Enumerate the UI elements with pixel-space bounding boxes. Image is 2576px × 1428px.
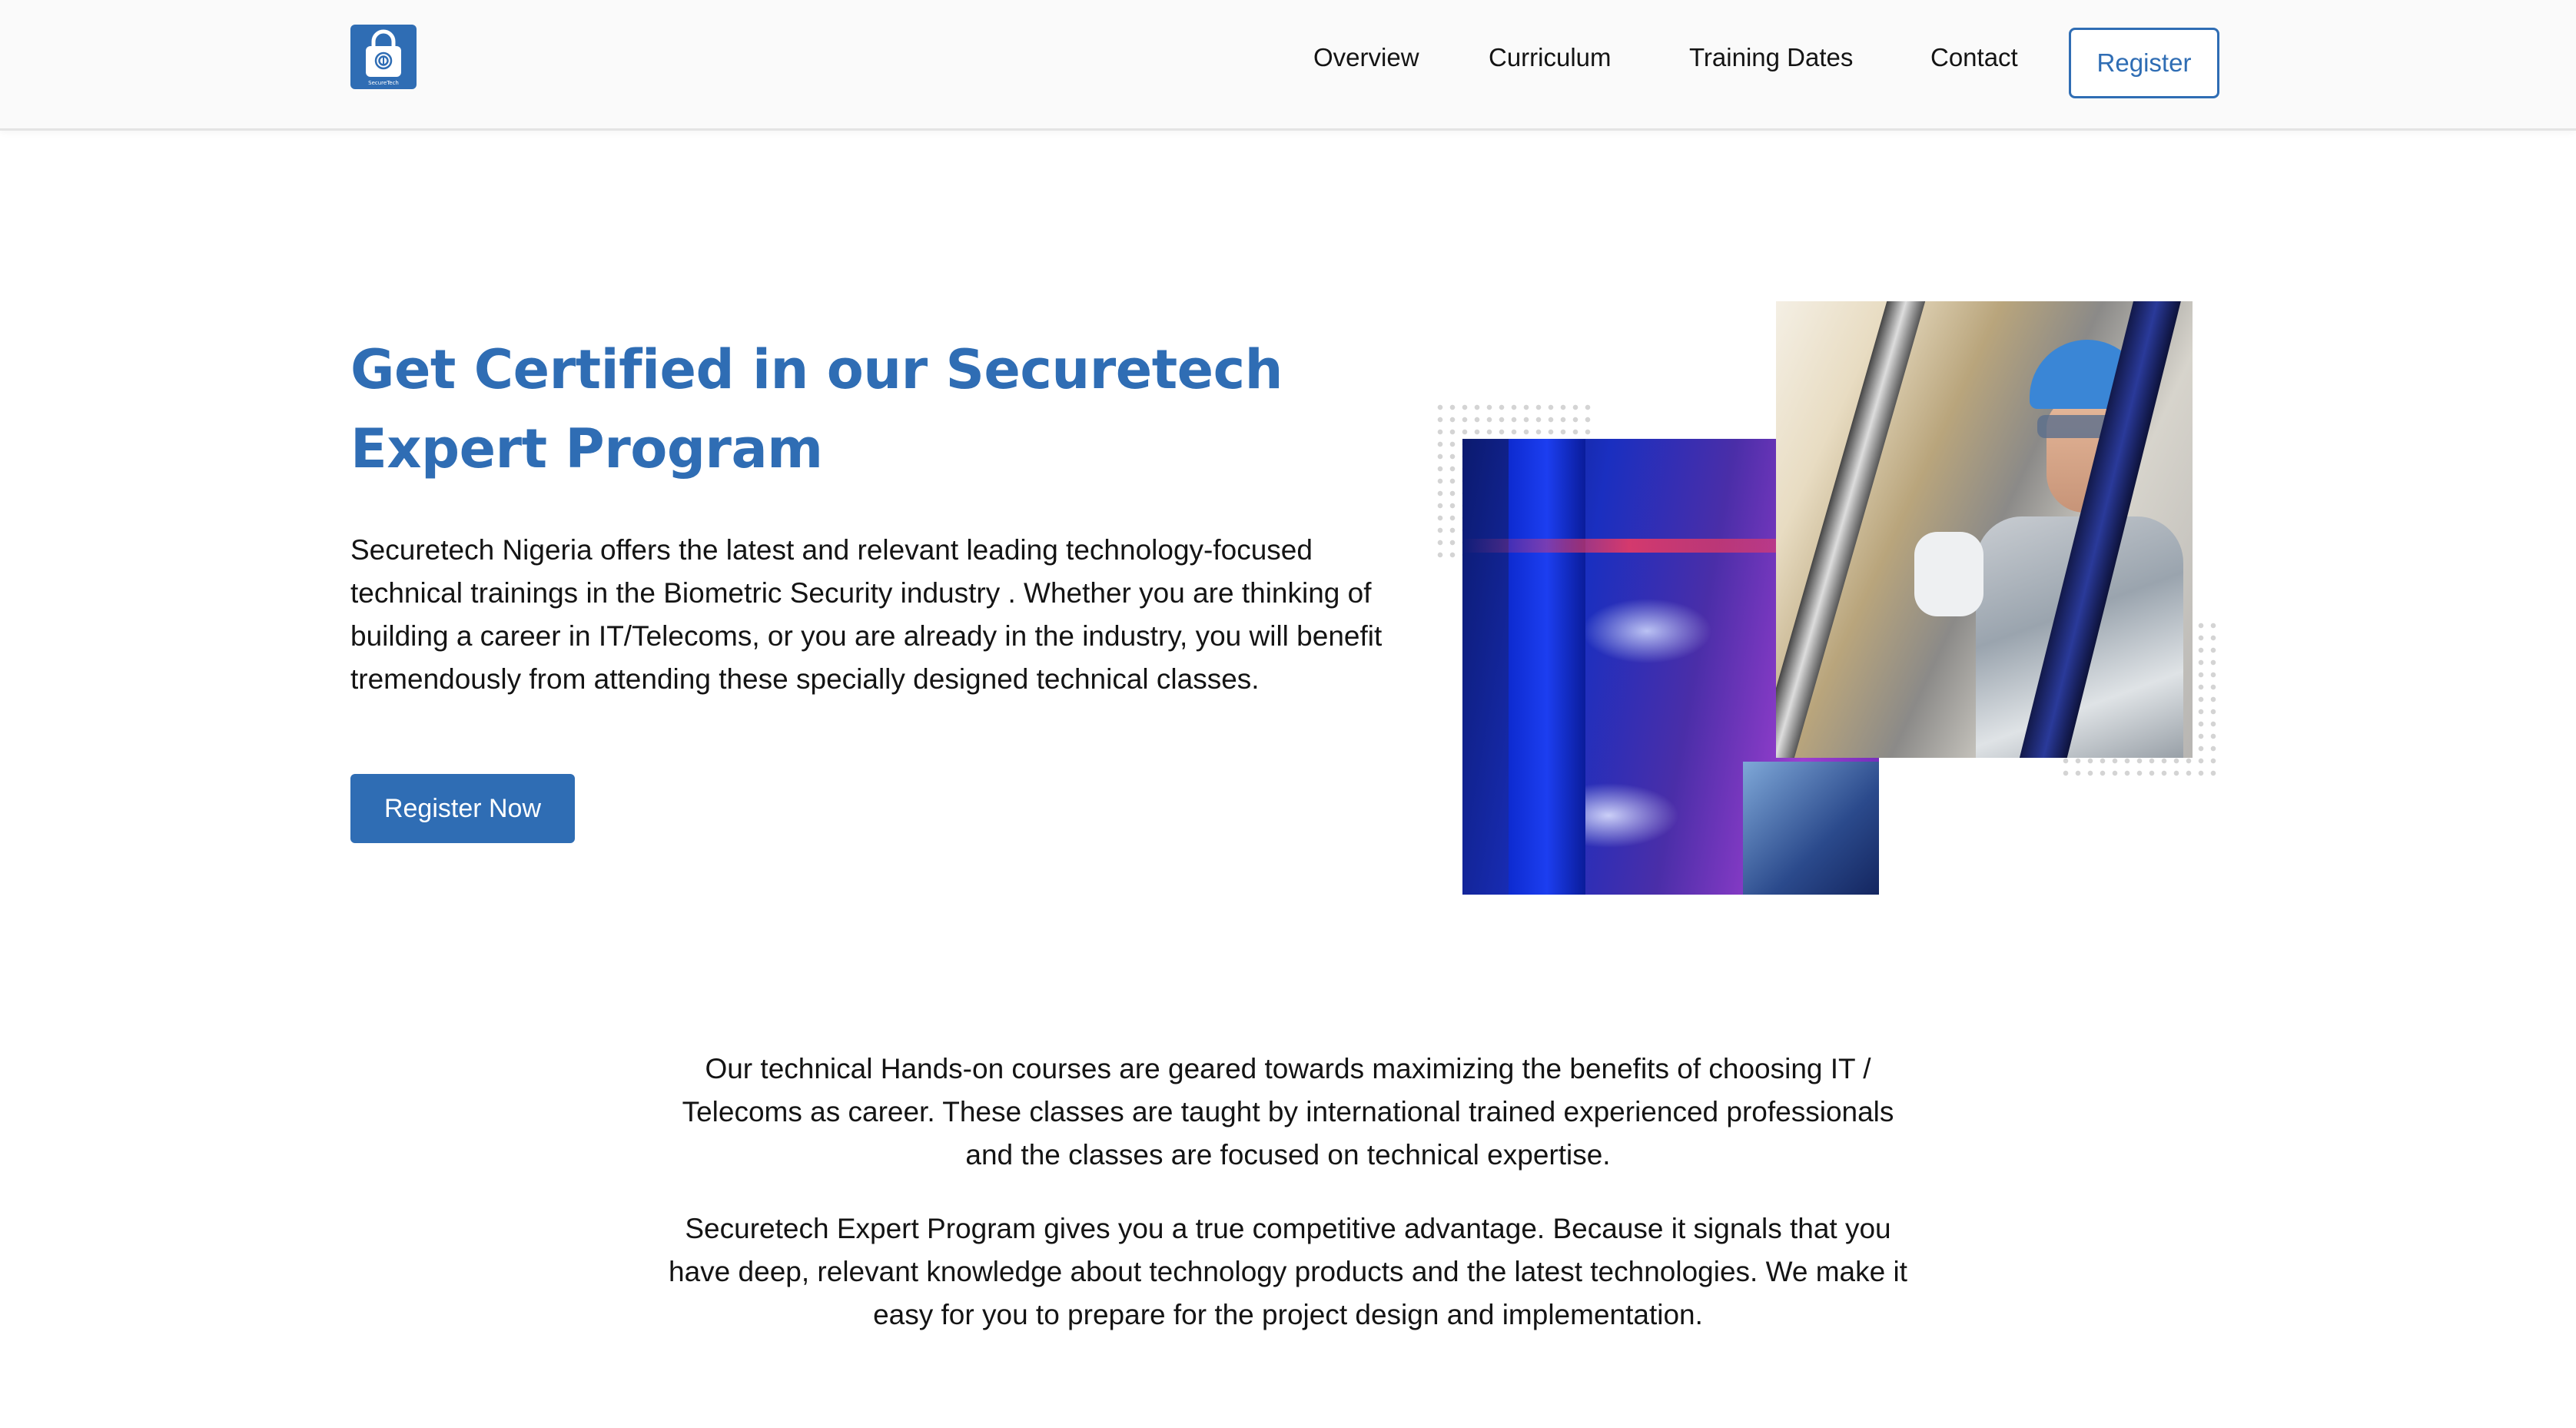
technician-photo	[1776, 301, 2193, 758]
intro-paragraph-2: Securetech Expert Program gives you a tr…	[669, 1213, 1907, 1330]
hero-title: Get Certified in our Securetech Expert P…	[350, 338, 1283, 480]
padlock-fingerprint-icon: SecureTech	[366, 29, 401, 86]
securetech-logo[interactable]: SecureTech	[350, 25, 417, 89]
logo-wordmark: SecureTech	[368, 80, 399, 86]
site-header: SecureTech Overview Curriculum Training …	[0, 0, 2576, 131]
photo-bar	[1776, 301, 1927, 758]
register-button[interactable]: Register	[2069, 28, 2219, 98]
photo-pillar	[1509, 439, 1585, 895]
intro-paragraph-1: Our technical Hands-on courses are geare…	[682, 1053, 1894, 1171]
nav-curriculum[interactable]: Curriculum	[1489, 43, 1612, 72]
nav-overview[interactable]: Overview	[1313, 43, 1419, 72]
photo-monitor	[1743, 762, 1879, 895]
hero-description: Securetech Nigeria offers the latest and…	[350, 534, 1383, 695]
photo-glove	[1914, 532, 1983, 616]
nav-contact[interactable]: Contact	[1930, 43, 2018, 72]
nav-training-dates[interactable]: Training Dates	[1689, 43, 1853, 72]
register-now-button[interactable]: Register Now	[350, 774, 575, 843]
